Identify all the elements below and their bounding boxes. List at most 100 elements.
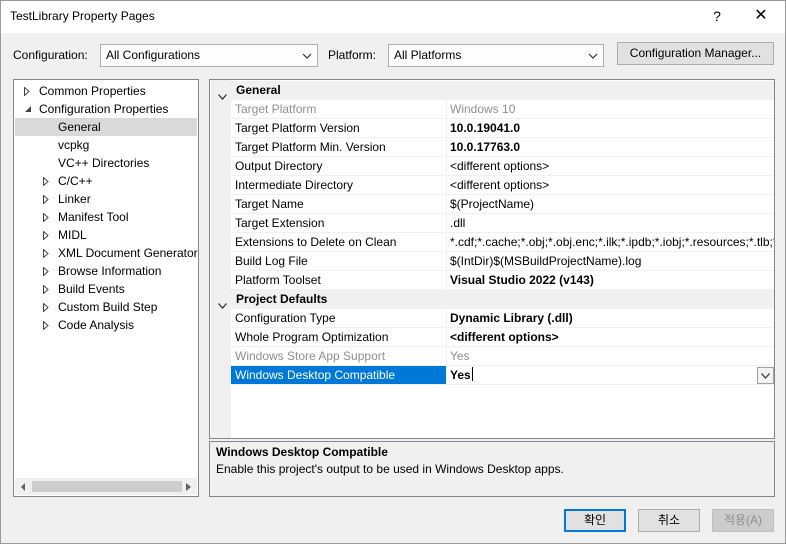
property-name: Target Platform Version [231, 119, 447, 138]
tree-item[interactable]: General [15, 118, 197, 136]
property-name: Output Directory [231, 157, 447, 176]
expand-arrow-icon[interactable] [42, 262, 52, 280]
tree-item[interactable]: XML Document Generator [15, 244, 198, 262]
apply-button[interactable]: 적용(A) [712, 509, 774, 532]
help-button[interactable]: ? [705, 5, 729, 29]
grid-category-label: Project Defaults [236, 292, 328, 306]
property-row[interactable]: Output Directory <different options> [231, 157, 774, 176]
tree-item-label: Code Analysis [58, 318, 135, 332]
collapse-arrow-icon[interactable] [23, 100, 33, 118]
ok-button[interactable]: 확인 [564, 509, 626, 532]
title-bar: TestLibrary Property Pages ? ✕ [1, 1, 785, 33]
property-name: Target Name [231, 195, 447, 214]
configuration-manager-button[interactable]: Configuration Manager... [617, 42, 774, 65]
expand-arrow-icon[interactable] [42, 208, 52, 226]
property-value-text: Dynamic Library (.dll) [450, 311, 573, 325]
property-row[interactable]: Build Log File $(IntDir)$(MSBuildProjectN… [231, 252, 774, 271]
grid-category[interactable]: General [211, 81, 774, 100]
tree-item[interactable]: VC++ Directories [15, 154, 197, 172]
property-row[interactable]: Whole Program Optimization <different opt… [231, 328, 774, 347]
tree-item[interactable]: vcpkg [15, 136, 197, 154]
tree-item[interactable]: Code Analysis [15, 316, 197, 334]
configuration-combo[interactable]: All Configurations [100, 44, 318, 67]
property-value: .dll [448, 214, 774, 233]
platform-combo[interactable]: All Platforms [388, 44, 604, 67]
description-text: Enable this project's output to be used … [216, 462, 564, 476]
property-row[interactable]: Platform Toolset Visual Studio 2022 (v143… [231, 271, 774, 290]
property-value: Dynamic Library (.dll) [448, 309, 774, 328]
tree-item[interactable]: Linker [15, 190, 197, 208]
horizontal-scrollbar[interactable] [15, 478, 197, 495]
tree-item[interactable]: Manifest Tool [15, 208, 197, 226]
chevron-down-icon[interactable] [218, 87, 227, 106]
expand-arrow-icon[interactable] [42, 226, 52, 244]
expand-arrow-icon[interactable] [42, 190, 52, 208]
property-row[interactable]: Target Platform Version 10.0.19041.0 [231, 119, 774, 138]
scroll-left-icon[interactable] [15, 478, 32, 495]
cancel-button[interactable]: 취소 [638, 509, 700, 532]
property-row[interactable]: Intermediate Directory <different options… [231, 176, 774, 195]
tree-item-label: Build Events [58, 282, 125, 296]
property-value: <different options> [448, 176, 774, 195]
tree-item[interactable]: MIDL [15, 226, 197, 244]
property-row[interactable]: Target Platform Min. Version 10.0.17763.0 [231, 138, 774, 157]
chevron-down-icon[interactable] [218, 296, 227, 315]
grid-category-label: General [236, 83, 281, 97]
chevron-down-icon [588, 45, 598, 66]
property-value[interactable]: Yes [448, 366, 774, 385]
text-caret [471, 367, 473, 381]
grid-category[interactable]: Project Defaults [211, 290, 774, 309]
property-row[interactable]: Target Name $(ProjectName) [231, 195, 774, 214]
tree-item[interactable]: Custom Build Step [15, 298, 197, 316]
property-value-text: $(IntDir)$(MSBuildProjectName).log [450, 254, 642, 268]
property-name: Target Platform [231, 100, 447, 119]
value-dropdown-button[interactable] [757, 367, 774, 384]
property-value-text: <different options> [450, 330, 559, 344]
tree-item-label: General [58, 120, 101, 134]
tree-item-label: XML Document Generator [58, 246, 198, 260]
property-name: Platform Toolset [231, 271, 447, 290]
property-value: Visual Studio 2022 (v143) [448, 271, 774, 290]
tree-item-label: Common Properties [39, 84, 146, 98]
property-value: 10.0.17763.0 [448, 138, 774, 157]
property-row[interactable]: Windows Store App Support Yes [231, 347, 774, 366]
tree-item[interactable]: C/C++ [15, 172, 197, 190]
property-value-text: .dll [450, 216, 466, 230]
property-row[interactable]: Target Platform Windows 10 [231, 100, 774, 119]
property-name: Configuration Type [231, 309, 447, 328]
tree-item[interactable]: Build Events [15, 280, 197, 298]
expand-arrow-icon[interactable] [42, 298, 52, 316]
property-pages-dialog: TestLibrary Property Pages ? ✕ Configura… [0, 0, 786, 544]
expand-arrow-icon[interactable] [23, 82, 33, 100]
scrollbar-thumb[interactable] [32, 481, 182, 492]
property-row[interactable]: Windows Desktop Compatible Yes [231, 366, 774, 385]
property-value-text: Visual Studio 2022 (v143) [450, 273, 594, 287]
property-name: Build Log File [231, 252, 447, 271]
tree-item-label: vcpkg [58, 138, 90, 152]
scroll-right-icon[interactable] [180, 478, 197, 495]
expand-arrow-icon[interactable] [42, 244, 52, 262]
close-button[interactable]: ✕ [747, 5, 775, 29]
expand-arrow-icon[interactable] [42, 316, 52, 334]
property-grid[interactable]: General Target Platform Windows 10 Target P… [209, 79, 775, 439]
expand-arrow-icon[interactable] [42, 280, 52, 298]
description-panel: Windows Desktop Compatible Enable this p… [209, 441, 775, 497]
property-value-text: <different options> [450, 159, 550, 173]
expand-arrow-icon[interactable] [42, 172, 52, 190]
property-row[interactable]: Configuration Type Dynamic Library (.dll) [231, 309, 774, 328]
tree-item[interactable]: Common Properties [15, 82, 197, 100]
property-value: $(IntDir)$(MSBuildProjectName).log [448, 252, 774, 271]
tree-item[interactable]: Configuration Properties [15, 100, 197, 118]
property-row[interactable]: Target Extension .dll [231, 214, 774, 233]
property-name: Target Extension [231, 214, 447, 233]
property-value: <different options> [448, 157, 774, 176]
category-tree[interactable]: Common Properties Configuration Propertie… [13, 79, 199, 497]
property-value: $(ProjectName) [448, 195, 774, 214]
property-name: Target Platform Min. Version [231, 138, 447, 157]
property-value-text: *.cdf;*.cache;*.obj;*.obj.enc;*.ilk;*.ip… [450, 235, 775, 249]
tree-item[interactable]: Browse Information [15, 262, 197, 280]
chevron-down-icon [302, 45, 312, 66]
grid-gutter [211, 80, 231, 438]
property-row[interactable]: Extensions to Delete on Clean *.cdf;*.cac… [231, 233, 775, 252]
tree-item-label: Browse Information [58, 264, 162, 278]
